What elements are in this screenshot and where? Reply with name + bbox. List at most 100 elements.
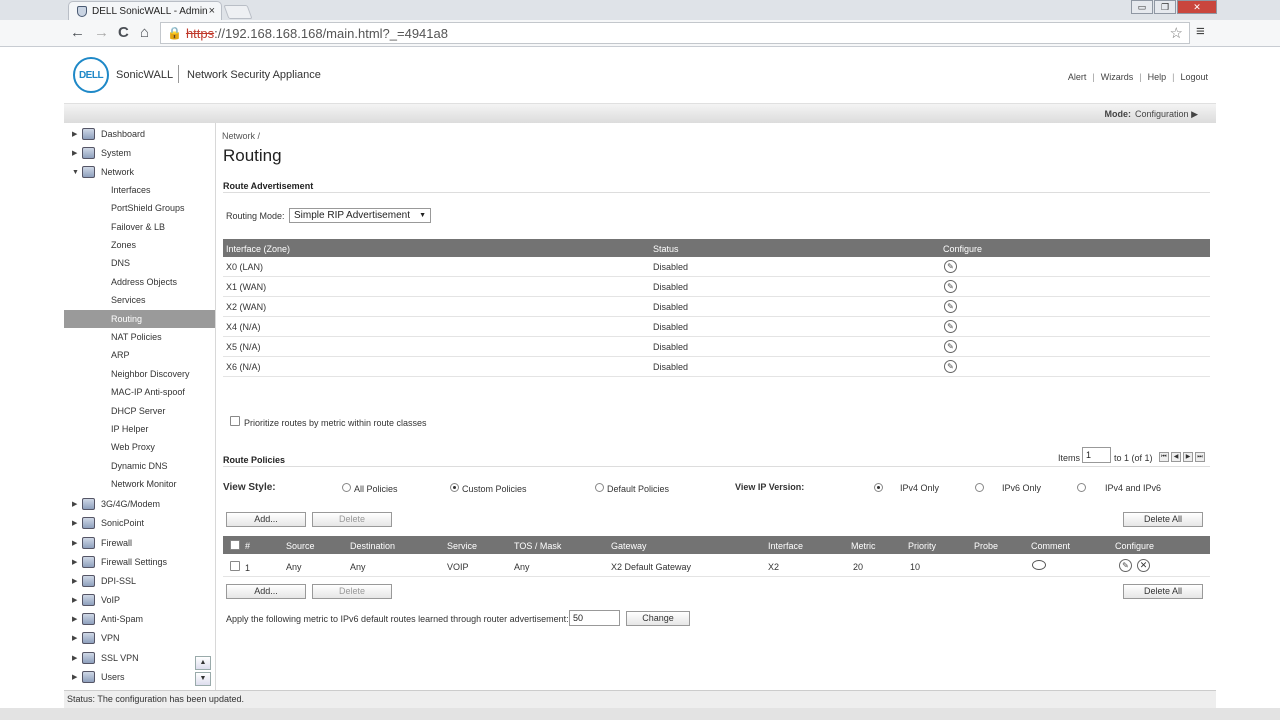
tab-close-icon[interactable]: × [209,5,215,17]
column-gateway[interactable]: Gateway [611,541,647,551]
sidebar-item-vpn[interactable]: ▶ VPN [64,629,215,647]
delete-icon[interactable]: ✕ [1137,559,1150,572]
sidebar-item-firewall-settings[interactable]: ▶ Firewall Settings [64,553,215,571]
delete-all-routes-button-bottom[interactable]: Delete All [1123,584,1203,599]
next-page-button[interactable]: ▶ [1183,452,1193,462]
back-icon[interactable]: ← [70,24,85,41]
sidebar-item-portshield-groups[interactable]: PortShield Groups [64,199,215,217]
column-destination[interactable]: Destination [350,541,395,551]
reload-icon[interactable]: C [118,24,129,41]
add-route-button-bottom[interactable]: Add... [226,584,306,599]
ipv4-only-radio[interactable] [874,483,883,492]
edit-icon[interactable]: ✎ [944,360,957,373]
sidebar-item-zones[interactable]: Zones [64,236,215,254]
alert-link[interactable]: Alert [1068,72,1087,82]
sidebar-item-address-objects[interactable]: Address Objects [64,273,215,291]
browser-menu-icon[interactable]: ≡ [1196,23,1205,40]
column-service[interactable]: Service [447,541,477,551]
column-source[interactable]: Source [286,541,315,551]
sidebar-scroll-down-button[interactable]: ▼ [195,672,211,686]
routing-mode-select[interactable]: Simple RIP Advertisement ▼ [289,208,431,223]
add-route-button[interactable]: Add... [226,512,306,527]
sidebar-item-ssl-vpn[interactable]: ▶ SSL VPN [64,649,215,667]
sidebar-scroll-up-button[interactable]: ▲ [195,656,211,670]
all-policies-radio[interactable] [342,483,351,492]
home-icon[interactable]: ⌂ [140,24,149,41]
sidebar-item-neighbor-discovery[interactable]: Neighbor Discovery [64,365,215,383]
change-metric-button[interactable]: Change [626,611,690,626]
prev-page-button[interactable]: ◀ [1171,452,1181,462]
help-link[interactable]: Help [1148,72,1167,82]
expand-arrow-icon[interactable]: ▶ [72,558,82,566]
delete-route-button[interactable]: Delete [312,512,392,527]
sidebar-item-network-monitor[interactable]: Network Monitor [64,475,215,493]
sidebar-item-ip-helper[interactable]: IP Helper [64,420,215,438]
delete-route-button-bottom[interactable]: Delete [312,584,392,599]
sidebar-item-dpi-ssl[interactable]: ▶ DPI-SSL [64,572,215,590]
sidebar-item-dynamic-dns[interactable]: Dynamic DNS [64,457,215,475]
new-tab-button[interactable] [223,5,253,19]
expand-arrow-icon[interactable]: ▶ [72,634,82,642]
prioritize-routes-checkbox[interactable] [230,416,240,426]
ipv6-only-radio[interactable] [975,483,984,492]
sidebar-item-arp[interactable]: ARP [64,346,215,364]
column-interface-zone[interactable]: Interface (Zone) [226,244,290,254]
restore-window-button[interactable]: ❐ [1154,0,1176,14]
sidebar-item-routing[interactable]: Routing [64,310,215,328]
expand-arrow-icon[interactable]: ▶ [72,654,82,662]
collapse-arrow-icon[interactable]: ▼ [72,169,82,176]
column-tos-mask[interactable]: TOS / Mask [514,541,561,551]
column-interface[interactable]: Interface [768,541,803,551]
sidebar-item-interfaces[interactable]: Interfaces [64,181,215,199]
column-priority[interactable]: Priority [908,541,936,551]
browser-tab[interactable]: DELL SonicWALL - Admin × [68,1,222,20]
expand-arrow-icon[interactable]: ▶ [72,615,82,623]
select-all-checkbox[interactable] [230,540,240,550]
edit-icon[interactable]: ✎ [1119,559,1132,572]
expand-arrow-icon[interactable]: ▶ [72,577,82,585]
expand-arrow-icon[interactable]: ▶ [72,596,82,604]
address-bar[interactable]: 🔒 https ://192.168.168.168/main.html?_=4… [160,22,1190,44]
column-metric[interactable]: Metric [851,541,876,551]
row-select-checkbox[interactable] [230,561,240,571]
edit-icon[interactable]: ✎ [944,320,957,333]
column-number[interactable]: # [245,541,250,551]
first-page-button[interactable]: ⏮ [1159,452,1169,462]
sidebar-item-voip[interactable]: ▶ VoIP [64,591,215,609]
sidebar-item-3g-4g-modem[interactable]: ▶ 3G/4G/Modem [64,495,215,513]
column-status[interactable]: Status [653,244,679,254]
column-probe[interactable]: Probe [974,541,998,551]
expand-arrow-icon[interactable]: ▶ [72,149,82,157]
sidebar-item-anti-spam[interactable]: ▶ Anti-Spam [64,610,215,628]
sidebar-item-services[interactable]: Services [64,291,215,309]
sidebar-item-users[interactable]: ▶ Users [64,668,215,686]
sidebar-item-failover-lb[interactable]: Failover & LB [64,218,215,236]
edit-icon[interactable]: ✎ [944,280,957,293]
ipv4-and-ipv6-radio[interactable] [1077,483,1086,492]
sidebar-item-system[interactable]: ▶ System [64,144,215,162]
last-page-button[interactable]: ⏭ [1195,452,1205,462]
expand-arrow-icon[interactable]: ▶ [72,500,82,508]
ipv6-metric-input[interactable]: 50 [569,610,620,626]
expand-arrow-icon[interactable]: ▶ [72,519,82,527]
sidebar-item-nat-policies[interactable]: NAT Policies [64,328,215,346]
expand-arrow-icon[interactable]: ▶ [72,673,82,681]
bookmark-star-icon[interactable]: ☆ [1170,24,1183,42]
sidebar-item-dhcp-server[interactable]: DHCP Server [64,402,215,420]
close-window-button[interactable]: ✕ [1177,0,1217,14]
expand-arrow-icon[interactable]: ▶ [72,130,82,138]
edit-icon[interactable]: ✎ [944,260,957,273]
breadcrumb[interactable]: Network / [222,131,260,141]
delete-all-routes-button[interactable]: Delete All [1123,512,1203,527]
sidebar-item-dns[interactable]: DNS [64,254,215,272]
forward-icon[interactable]: → [94,24,109,41]
default-policies-radio[interactable] [595,483,604,492]
sidebar-item-network[interactable]: ▼ Network [64,163,215,181]
custom-policies-radio[interactable] [450,483,459,492]
sidebar-item-web-proxy[interactable]: Web Proxy [64,438,215,456]
sidebar-item-mac-ip-anti-spoof[interactable]: MAC-IP Anti-spoof [64,383,215,401]
minimize-window-button[interactable]: ▭ [1131,0,1153,14]
wizards-link[interactable]: Wizards [1101,72,1134,82]
sidebar-item-sonicpoint[interactable]: ▶ SonicPoint [64,514,215,532]
expand-arrow-icon[interactable]: ▶ [72,539,82,547]
